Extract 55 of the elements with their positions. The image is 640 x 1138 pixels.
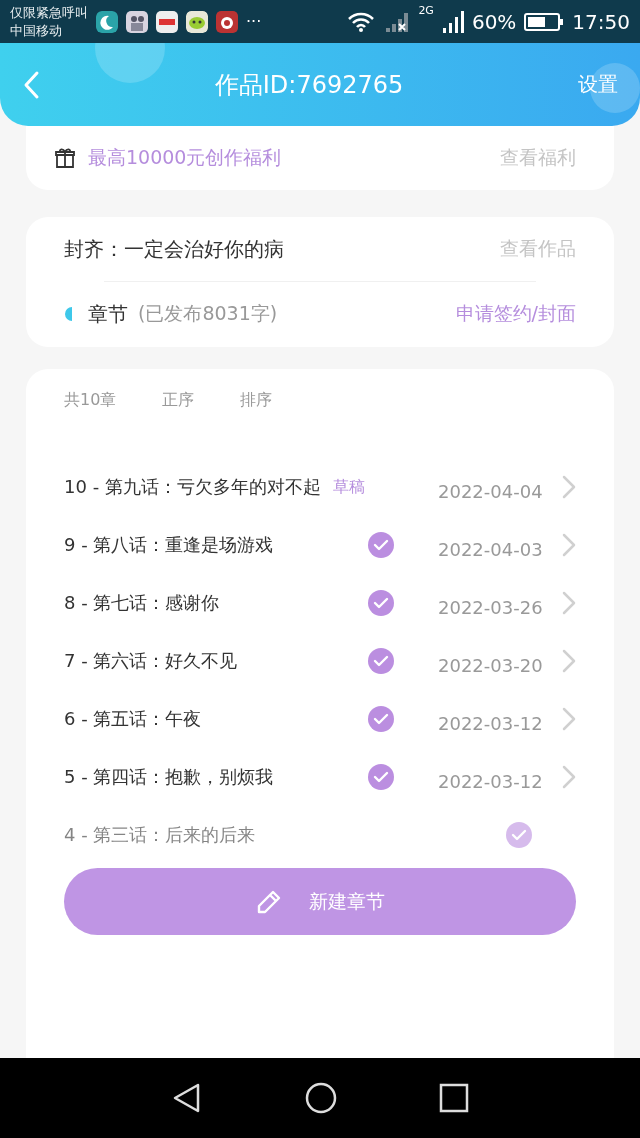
carrier-notice: 仅限紧急呼叫 (10, 3, 88, 22)
chevron-right-icon (562, 765, 576, 789)
chapter-title[interactable]: 6 - 第五话：午夜 (64, 707, 202, 731)
chapter-title[interactable]: 10 - 第九话：亏欠多年的对不起 (64, 475, 321, 499)
apply-link[interactable]: 申请签约/封面 (455, 301, 576, 327)
cat-app-icon (216, 10, 238, 33)
chapter-date: 2022-03-12 (438, 712, 544, 734)
page-title: 作品ID:7692765 (213, 69, 405, 101)
draft-tag: 草稿 (332, 476, 365, 498)
chapters-label: 章节 (88, 300, 128, 328)
chapter-title[interactable]: 8 - 第七话：感谢你 (64, 591, 220, 615)
published-check-icon (506, 822, 532, 848)
signal-off-icon (384, 10, 411, 33)
chapter-title[interactable]: 4 - 第三话：后来的后来 (64, 823, 256, 847)
chevron-right-icon (562, 475, 576, 499)
back-icon (22, 69, 40, 100)
signal-icon (441, 9, 464, 34)
chapter-date: 2022-04-04 (438, 480, 544, 502)
battery-percent: 60% (471, 9, 517, 34)
recents-nav-icon[interactable] (439, 1083, 469, 1113)
carrier-name: 中国移动 (10, 21, 63, 40)
gift-icon (54, 147, 76, 169)
published-check-icon (368, 648, 394, 674)
chapter-date: 2022-03-20 (438, 654, 544, 676)
new-chapter-button[interactable]: 新建章节 (64, 868, 576, 935)
published-count: (已发布8031字) (138, 301, 279, 326)
settings-button[interactable]: 设置 (574, 67, 622, 102)
published-check-icon (368, 590, 394, 616)
more-notifications: ··· (246, 12, 262, 31)
chevron-right-icon (562, 707, 576, 731)
published-check-icon (368, 706, 394, 732)
chapter-date: 2022-03-26 (438, 596, 544, 618)
battery-icon (524, 11, 565, 32)
chapter-date: 2022-04-03 (438, 538, 544, 560)
chapter-count: 共10章 (64, 389, 117, 411)
published-check-icon (368, 764, 394, 790)
clock-time: 17:50 (572, 9, 630, 34)
sort-tab[interactable]: 排序 (240, 389, 273, 411)
figure-app-icon (126, 10, 148, 33)
chevron-right-icon (562, 649, 576, 673)
home-nav-icon[interactable] (305, 1082, 337, 1114)
chevron-right-icon (562, 591, 576, 615)
smiley-app-icon (186, 10, 208, 33)
chapter-title[interactable]: 5 - 第四话：抱歉，别烦我 (64, 765, 274, 789)
chevron-right-icon (562, 533, 576, 557)
chapter-title[interactable]: 9 - 第八话：重逢是场游戏 (64, 533, 274, 557)
benefit-text: 最高10000元创作福利 (88, 145, 283, 170)
network-type: 2G (418, 4, 434, 17)
sort-tab[interactable]: 正序 (162, 389, 195, 411)
chapter-date: 2022-03-12 (438, 770, 544, 792)
published-check-icon (368, 532, 394, 558)
moon-app-icon (96, 10, 118, 33)
work-title: 封齐：一定会治好你的病 (64, 235, 285, 263)
chapter-title[interactable]: 7 - 第六话：好久不见 (64, 649, 238, 673)
banner-app-icon (156, 10, 178, 33)
